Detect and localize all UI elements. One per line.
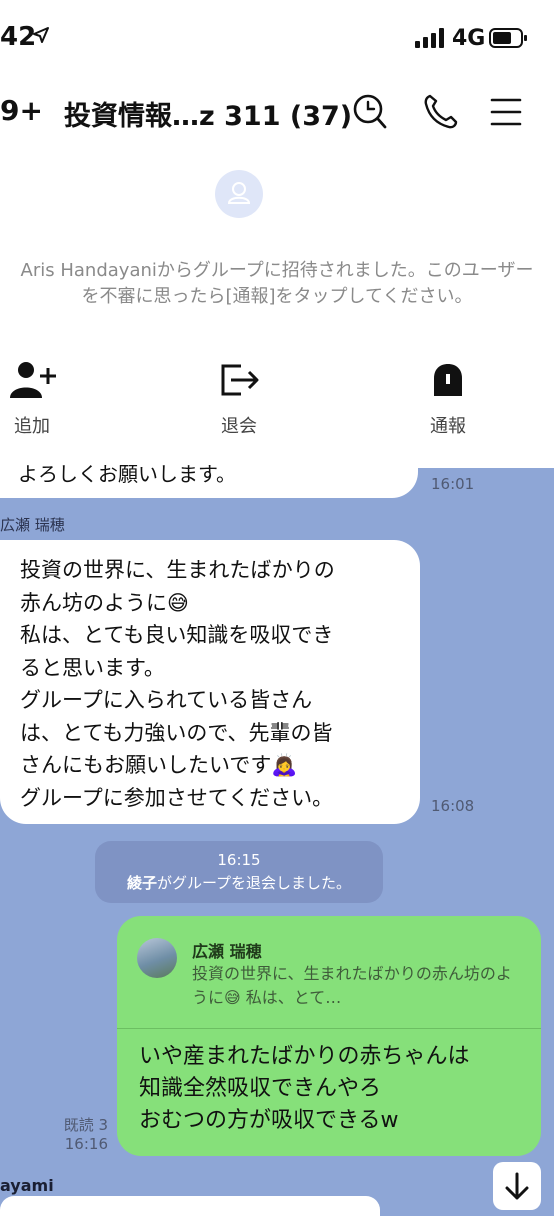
message-line: 知識全然吸収できんやろ — [139, 1076, 382, 1101]
message-line: 投資の世界に、生まれたばかりの — [20, 558, 335, 582]
invite-message: Aris Handayaniからグループに招待されました。このユーザーを不審に思… — [20, 260, 534, 307]
message-line: 私は、とても良い知識を吸収でき — [20, 623, 334, 647]
system-text-body: がグループを退会しました。 — [156, 874, 352, 892]
message-bubble[interactable]: よろしくお願いします。 — [0, 444, 418, 498]
inviter-avatar — [215, 170, 263, 218]
user-placeholder-icon — [227, 182, 251, 204]
report-label: 通報 — [430, 416, 466, 437]
message-line: グループに参加させてください。 — [20, 785, 334, 810]
my-message-bubble[interactable]: 広瀬 瑞穂 投資の世界に、生まれたばかりの赤ん坊のように😅 私は、とて… いや産… — [117, 916, 541, 1156]
leave-action[interactable]: 退会 — [189, 360, 289, 438]
status-time: 42 — [0, 22, 37, 52]
message-line: は、とても力強いので、先輩の皆 — [20, 720, 333, 745]
phone-icon[interactable] — [422, 92, 458, 132]
scroll-to-bottom-button[interactable] — [493, 1162, 541, 1210]
message-line: グループに入られている皆さん — [20, 688, 313, 712]
read-receipt: 既読 3 16:16 — [60, 1116, 108, 1154]
chat-header: 9+ 投資情報…z 311 (37) — [0, 78, 554, 150]
arrow-down-icon — [505, 1172, 529, 1200]
status-bar: 42 4G — [0, 0, 554, 78]
report-icon — [434, 364, 462, 396]
reply-avatar — [137, 938, 177, 978]
message-line: 赤ん坊のように😅 — [20, 590, 189, 615]
invite-notice-panel: Aris Handayaniからグループに招待されました。このユーザーを不審に思… — [0, 150, 554, 468]
message-text: いや産まれたばかりの赤ちゃんは 知識全然吸収できんやろ おむつの方が吸収できるw — [139, 1041, 529, 1137]
system-text: 綾子がグループを退会しました。 — [95, 872, 383, 893]
leave-label: 退会 — [221, 416, 257, 437]
message-text: よろしくお願いします。 — [18, 462, 236, 486]
read-count: 既読 3 — [63, 1116, 108, 1134]
add-friend-action[interactable]: 追加 — [0, 360, 82, 438]
message-bubble[interactable] — [0, 1196, 380, 1216]
message-line: いや産まれたばかりの赤ちゃんは — [139, 1044, 470, 1069]
search-icon[interactable] — [352, 92, 388, 132]
system-time: 16:15 — [217, 851, 261, 869]
add-label: 追加 — [14, 416, 50, 437]
back-unread-count[interactable]: 9+ — [0, 94, 43, 127]
menu-icon[interactable] — [490, 92, 522, 132]
message-bubble[interactable]: 投資の世界に、生まれたばかりの 赤ん坊のように😅 私は、とても良い知識を吸収でき… — [0, 540, 420, 824]
signal-icon — [415, 28, 444, 48]
sender-name: 広瀬 瑞穂 — [0, 516, 65, 534]
system-user-name[interactable]: 綾子 — [127, 874, 157, 892]
message-time: 16:08 — [431, 797, 475, 815]
reply-divider — [117, 1028, 541, 1029]
location-arrow-icon — [33, 27, 49, 43]
battery-icon — [489, 28, 527, 48]
report-action[interactable]: 通報 — [398, 360, 498, 438]
message-time: 16:01 — [431, 475, 475, 493]
message-line: さんにもお願いしたいです🙇‍♀️ — [20, 753, 298, 777]
message-time: 16:16 — [64, 1135, 108, 1153]
sender-name: ayami — [0, 1176, 54, 1195]
message-line: おむつの方が吸収できるw — [139, 1108, 399, 1133]
system-message: 16:15 綾子がグループを退会しました。 — [95, 841, 383, 903]
add-user-icon — [10, 362, 56, 398]
message-text: 投資の世界に、生まれたばかりの 赤ん坊のように😅 私は、とても良い知識を吸収でき… — [20, 554, 335, 814]
chat-title[interactable]: 投資情報…z 311 (37) — [64, 94, 352, 133]
network-type: 4G — [452, 26, 486, 51]
message-line: ると思います。 — [20, 655, 165, 680]
reply-sender-name: 広瀬 瑞穂 — [192, 942, 262, 961]
chat-area[interactable]: よろしくお願いします。 16:01 広瀬 瑞穂 投資の世界に、生まれたばかりの … — [0, 444, 554, 1216]
leave-icon — [221, 364, 259, 396]
reply-quote[interactable]: 投資の世界に、生まれたばかりの赤ん坊のように😅 私は、とて… — [192, 962, 522, 1010]
